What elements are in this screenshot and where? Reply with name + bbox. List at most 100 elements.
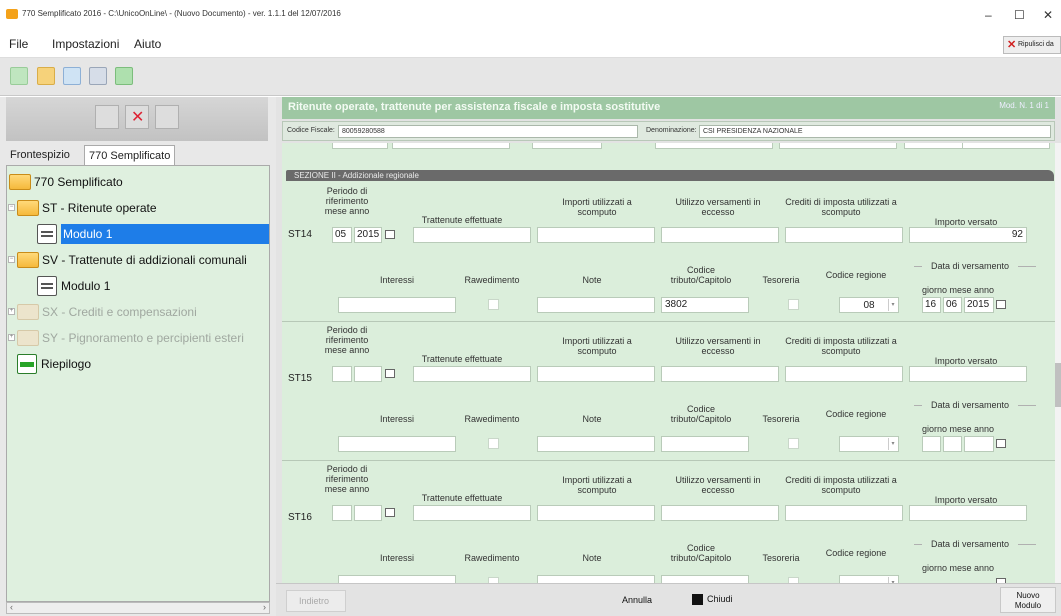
calendar-icon[interactable] [996, 439, 1006, 448]
tab-770-semplificato[interactable]: 770 Semplificato [84, 145, 176, 165]
interessi-field[interactable] [338, 436, 456, 452]
codice-regione-select[interactable]: ▾ [839, 436, 899, 452]
open-folder-icon[interactable] [37, 67, 55, 85]
menu-file[interactable]: File [9, 37, 28, 51]
periodo-mese-field[interactable] [332, 366, 352, 382]
expand-icon[interactable]: + [8, 308, 15, 315]
chiudi-button[interactable]: Chiudi [692, 590, 733, 612]
divider [914, 266, 922, 267]
new-document-icon[interactable] [10, 67, 28, 85]
indietro-button[interactable]: Indietro [286, 590, 346, 612]
utilizzo-field[interactable] [661, 505, 779, 521]
crediti-label: Crediti di imposta utilizzati a scomputo [785, 336, 897, 356]
minimize-button[interactable]: – [985, 8, 992, 22]
scroll-right-icon[interactable]: › [263, 602, 266, 612]
collapse-icon[interactable]: − [8, 256, 15, 263]
importi-field[interactable] [537, 366, 655, 382]
codice-tributo-field[interactable]: 3802 [661, 297, 749, 313]
tesoreria-checkbox[interactable] [788, 438, 799, 449]
note-label: Note [582, 553, 602, 563]
periodo-anno-field[interactable]: 2015 [354, 227, 382, 243]
calendar-icon[interactable] [385, 369, 395, 378]
importi-field[interactable] [537, 227, 655, 243]
interessi-field[interactable] [338, 575, 456, 583]
tree-item-sy[interactable]: SY - Pignoramento e percipienti esteri [17, 326, 244, 350]
row-separator [282, 460, 1055, 461]
periodo-anno-field[interactable] [354, 366, 382, 382]
tree-item-sv[interactable]: SV - Trattenute di addizionali comunali [17, 248, 247, 272]
versato-label: Importo versato [934, 217, 998, 227]
folder-icon [17, 252, 39, 268]
delete-module-icon[interactable]: ✕ [125, 105, 149, 129]
codice-tributo-field[interactable] [661, 575, 749, 583]
calendar-icon[interactable] [385, 230, 395, 239]
menu-bar: File Impostazioni Aiuto ✕ Ripulisci da [0, 30, 1061, 58]
versamento-mese-field[interactable]: 06 [943, 297, 962, 313]
ravvedimento-checkbox[interactable] [488, 438, 499, 449]
tree-item-st[interactable]: ST - Ritenute operate [17, 196, 157, 220]
calendar-icon[interactable] [996, 300, 1006, 309]
menu-impostazioni[interactable]: Impostazioni [52, 37, 119, 51]
versato-field[interactable] [909, 505, 1027, 521]
crediti-field[interactable] [785, 366, 903, 382]
note-field[interactable] [537, 297, 655, 313]
form-vertical-scrollbar[interactable] [1055, 143, 1061, 583]
versamento-anno-field[interactable]: 2015 [964, 297, 994, 313]
tree-root[interactable]: 770 Semplificato [9, 170, 123, 194]
annulla-button[interactable]: Annulla [622, 590, 652, 612]
tesoreria-checkbox[interactable] [788, 299, 799, 310]
codice-regione-select[interactable]: 08 ▾ [839, 297, 899, 313]
trattenute-field[interactable] [413, 505, 531, 521]
collapse-icon[interactable]: − [8, 204, 15, 211]
versamento-giorno-field[interactable]: 16 [922, 297, 941, 313]
note-field[interactable] [537, 436, 655, 452]
save-icon[interactable] [63, 67, 81, 85]
trattenute-field[interactable] [413, 227, 531, 243]
interessi-field[interactable] [338, 297, 456, 313]
crediti-field[interactable] [785, 505, 903, 521]
versato-field[interactable] [909, 366, 1027, 382]
interessi-label: Interessi [379, 414, 414, 424]
codice-tributo-field[interactable] [661, 436, 749, 452]
trattenute-field[interactable] [413, 366, 531, 382]
edit-module-icon[interactable] [95, 105, 119, 129]
chevron-down-icon: ▾ [888, 299, 897, 311]
note-field[interactable] [537, 575, 655, 583]
module-chart-icon[interactable] [155, 105, 179, 129]
note-label: Note [582, 275, 602, 285]
expand-icon[interactable]: + [8, 334, 15, 341]
ravvedimento-checkbox[interactable] [488, 299, 499, 310]
codice-regione-select[interactable]: ▾ [839, 575, 899, 583]
tree-item-st-modulo-1[interactable]: Modulo 1 [37, 222, 269, 246]
calendar-icon[interactable] [385, 508, 395, 517]
versato-field[interactable]: 92 [909, 227, 1027, 243]
maximize-button[interactable]: ☐ [1014, 8, 1025, 22]
close-button[interactable]: ✕ [1043, 8, 1053, 22]
importi-field[interactable] [537, 505, 655, 521]
periodo-mese-field[interactable] [332, 505, 352, 521]
versamento-giorno-field[interactable] [922, 436, 941, 452]
delete-mark: ✕ [131, 109, 145, 126]
utilizzo-field[interactable] [661, 366, 779, 382]
scrollbar-thumb[interactable] [1055, 363, 1061, 407]
periodo-anno-field[interactable] [354, 505, 382, 521]
document-icon [37, 276, 57, 296]
tab-frontespizio[interactable]: Frontespizio [6, 145, 74, 165]
export-icon[interactable] [115, 67, 133, 85]
versamento-mese-field[interactable] [943, 436, 962, 452]
tree-horizontal-scrollbar[interactable]: ‹ › [6, 602, 270, 614]
tree-item-riepilogo[interactable]: Riepilogo [17, 352, 91, 376]
utilizzo-field[interactable] [661, 227, 779, 243]
periodo-label: Periodo di riferimento mese anno [324, 186, 370, 216]
periodo-mese-field[interactable]: 05 [332, 227, 352, 243]
scroll-left-icon[interactable]: ‹ [10, 602, 13, 612]
tree-item-sv-modulo-1[interactable]: Modulo 1 [37, 274, 110, 298]
nuovo-modulo-button[interactable]: Nuovo Modulo [1000, 587, 1056, 613]
menu-aiuto[interactable]: Aiuto [134, 37, 161, 51]
crediti-field[interactable] [785, 227, 903, 243]
ripulisci-button[interactable]: ✕ Ripulisci da [1003, 36, 1061, 54]
codice-tributo-label: Codice tributo/Capitolo [670, 265, 732, 285]
versamento-anno-field[interactable] [964, 436, 994, 452]
print-icon[interactable] [89, 67, 107, 85]
tree-item-sx[interactable]: SX - Crediti e compensazioni [17, 300, 197, 324]
